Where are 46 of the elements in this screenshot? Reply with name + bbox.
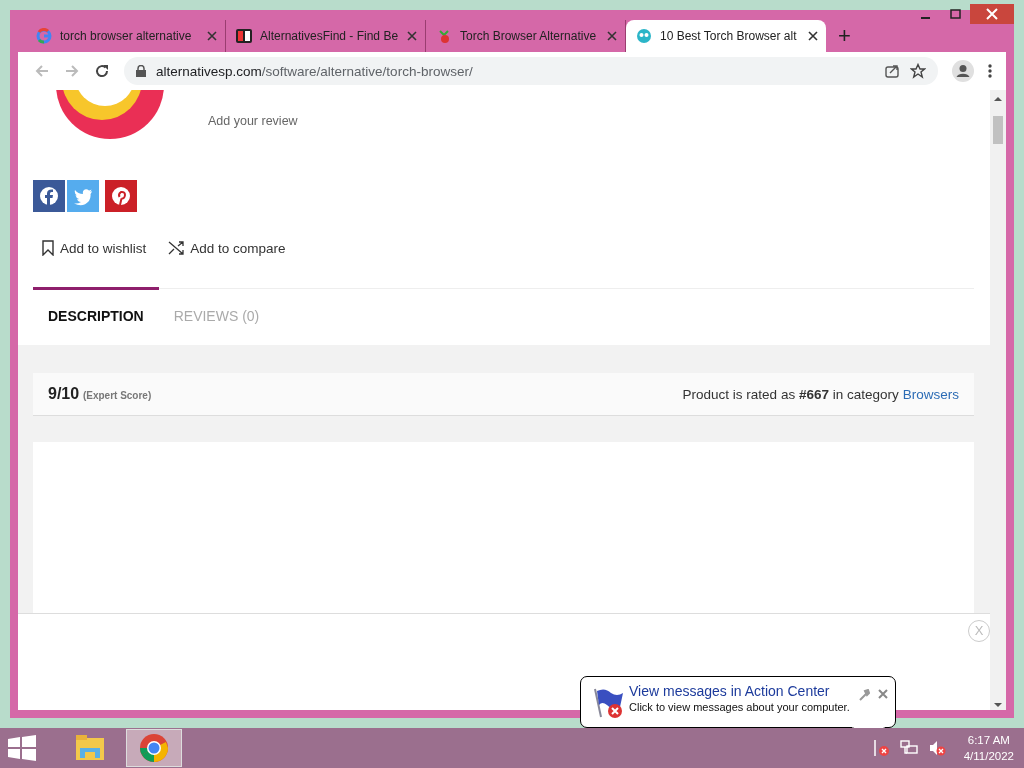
clock-time[interactable]: 6:17 AM <box>967 732 1010 748</box>
scrollbar-thumb[interactable] <box>993 116 1003 144</box>
site-logo-icon <box>236 28 252 44</box>
shuffle-icon <box>168 240 185 256</box>
menu-icon[interactable] <box>988 63 992 79</box>
bookmark-icon <box>42 240 54 256</box>
add-review-link[interactable]: Add your review <box>208 114 298 128</box>
reload-icon[interactable] <box>94 63 110 79</box>
site-logo-icon <box>636 28 652 44</box>
google-icon <box>36 28 52 44</box>
clock-date[interactable]: 4/11/2022 <box>963 748 1014 764</box>
minimize-icon <box>920 17 930 19</box>
pinterest-button[interactable] <box>105 180 137 212</box>
notification-title[interactable]: View messages in Action Center <box>629 683 850 699</box>
close-icon[interactable] <box>808 31 818 41</box>
facebook-icon <box>39 186 59 206</box>
torch-icon <box>436 28 452 44</box>
network-icon[interactable] <box>899 739 918 757</box>
category-link[interactable]: Browsers <box>902 386 959 402</box>
notification-message: Click to view messages about your computer. <box>629 701 850 713</box>
browser-tab[interactable]: 10 Best Torch Browser alt <box>626 20 826 52</box>
profile-icon[interactable] <box>952 60 974 82</box>
scrollbar[interactable] <box>990 90 1006 710</box>
url-text[interactable]: alternativesp.com/software/alternative/torch-browser/ <box>156 63 473 79</box>
compare-link[interactable]: Add to compare <box>168 240 286 256</box>
share-icon[interactable] <box>884 63 900 79</box>
new-tab-button[interactable]: + <box>826 22 863 50</box>
bookmark-star-icon[interactable] <box>910 63 926 79</box>
wrench-icon[interactable] <box>857 689 870 701</box>
chrome-icon <box>138 732 170 764</box>
facebook-button[interactable] <box>33 180 65 212</box>
flag-error-icon <box>591 687 625 719</box>
taskbar-app-button[interactable] <box>126 729 182 767</box>
action-center-flag-icon[interactable] <box>871 739 890 757</box>
rating-text: Product is rated as #667 in category <box>682 386 899 402</box>
notification-balloon[interactable]: View messages in Action Center Click to view messages about your computer. <box>580 676 896 728</box>
address-bar[interactable]: alternativesp.com/software/alternative/torch-browser/ <box>124 57 938 85</box>
close-icon <box>986 8 998 20</box>
wishlist-link[interactable]: Add to wishlist <box>42 240 147 256</box>
expert-score: 9/10 (Expert Score) <box>48 385 152 403</box>
maximize-icon <box>949 9 961 19</box>
twitter-icon <box>73 186 93 206</box>
speaker-muted-icon[interactable] <box>927 739 946 757</box>
close-button[interactable] <box>970 4 1014 24</box>
lock-icon <box>136 65 146 77</box>
pinterest-icon <box>111 186 131 206</box>
